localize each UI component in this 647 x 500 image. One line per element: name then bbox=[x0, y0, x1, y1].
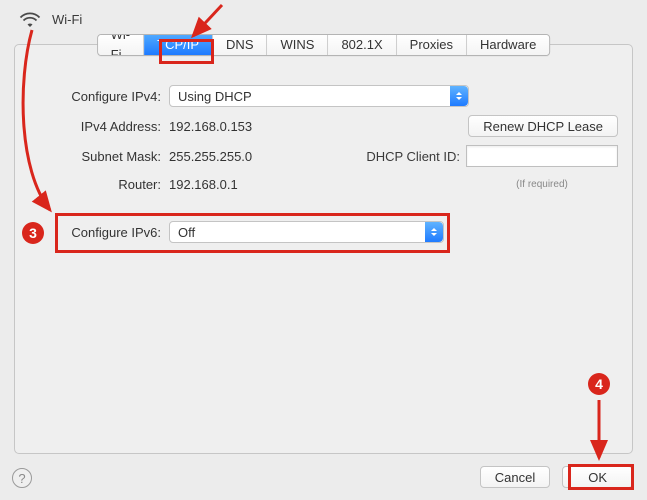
value-subnet-mask: 255.255.255.0 bbox=[169, 149, 252, 164]
hint-dhcp-client-id: (If required) bbox=[466, 179, 618, 190]
input-dhcp-client-id[interactable] bbox=[466, 145, 618, 167]
annotation-step-4: 4 bbox=[588, 373, 610, 395]
tab-dns[interactable]: DNS bbox=[213, 35, 267, 55]
wifi-icon bbox=[18, 10, 42, 28]
chevron-updown-icon bbox=[450, 86, 468, 106]
select-configure-ipv4-value: Using DHCP bbox=[178, 89, 252, 104]
value-router: 192.168.0.1 bbox=[169, 177, 238, 192]
tab-wifi[interactable]: Wi-Fi bbox=[98, 35, 145, 55]
row-ipv4-address: IPv4 Address: 192.168.0.153 Renew DHCP L… bbox=[15, 111, 632, 141]
tab-8021x[interactable]: 802.1X bbox=[328, 35, 396, 55]
dialog-title-row: Wi-Fi bbox=[18, 10, 82, 28]
label-subnet-mask: Subnet Mask: bbox=[15, 149, 169, 164]
renew-dhcp-lease-button[interactable]: Renew DHCP Lease bbox=[468, 115, 618, 137]
dialog-title: Wi-Fi bbox=[52, 12, 82, 27]
row-router: Router: 192.168.0.1 (If required) bbox=[15, 171, 632, 197]
select-configure-ipv4[interactable]: Using DHCP bbox=[169, 85, 469, 107]
network-advanced-dialog: Wi-Fi Wi-Fi TCP/IP DNS WINS 802.1X Proxi… bbox=[0, 0, 647, 500]
tab-hardware[interactable]: Hardware bbox=[467, 35, 549, 55]
annotation-box-tcpip bbox=[159, 39, 214, 64]
label-router: Router: bbox=[15, 177, 169, 192]
cancel-button[interactable]: Cancel bbox=[480, 466, 550, 488]
tab-wins[interactable]: WINS bbox=[267, 35, 328, 55]
annotation-box-ipv6 bbox=[55, 213, 450, 253]
label-dhcp-client-id: DHCP Client ID: bbox=[366, 149, 466, 164]
annotation-box-ok bbox=[568, 464, 634, 490]
annotation-step-3: 3 bbox=[22, 222, 44, 244]
tab-proxies[interactable]: Proxies bbox=[397, 35, 467, 55]
label-configure-ipv4: Configure IPv4: bbox=[15, 89, 169, 104]
row-subnet-mask: Subnet Mask: 255.255.255.0 DHCP Client I… bbox=[15, 141, 632, 171]
label-ipv4-address: IPv4 Address: bbox=[15, 119, 169, 134]
row-configure-ipv4: Configure IPv4: Using DHCP bbox=[15, 81, 632, 111]
help-button[interactable]: ? bbox=[12, 468, 32, 488]
value-ipv4-address: 192.168.0.153 bbox=[169, 119, 252, 134]
